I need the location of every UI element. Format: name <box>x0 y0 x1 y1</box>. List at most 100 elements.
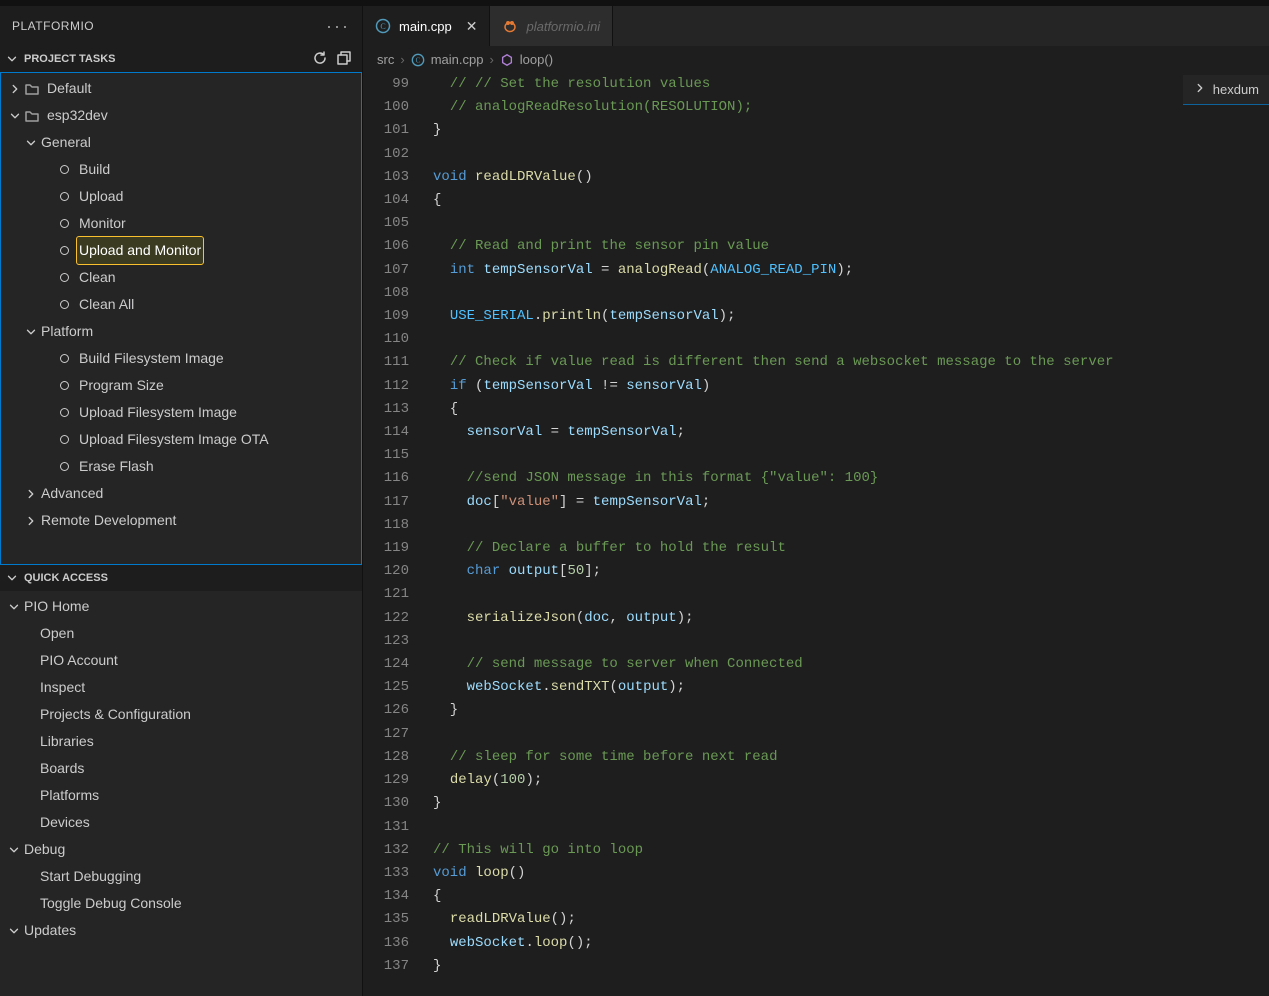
task-item[interactable]: Clean <box>1 264 361 291</box>
run-icon <box>55 165 73 174</box>
task-label: Clean All <box>77 291 136 318</box>
chevron-down-icon <box>4 571 20 585</box>
task-item[interactable]: Upload <box>1 183 361 210</box>
task-item[interactable]: Upload Filesystem Image <box>1 399 361 426</box>
task-item[interactable]: Build Filesystem Image <box>1 345 361 372</box>
tree-item-label: Debug <box>22 836 67 863</box>
run-icon <box>55 246 73 255</box>
tree-project-tasks: Default esp32dev General BuildUploadMoni… <box>0 72 362 565</box>
task-label: Upload Filesystem Image OTA <box>77 426 271 453</box>
tree-item-updates[interactable]: Updates <box>0 917 362 944</box>
task-label: Monitor <box>77 210 128 237</box>
breadcrumb-bar[interactable]: src › C main.cpp › loop() <box>363 46 1269 73</box>
tree-item-label: General <box>39 129 93 156</box>
task-item[interactable]: Erase Flash <box>1 453 361 480</box>
panel-more-icon[interactable]: ··· <box>326 16 350 37</box>
tree-item-remote[interactable]: Remote Development <box>1 507 361 534</box>
code-editor[interactable]: 99 100 101 102 103 104 105 106 107 108 1… <box>363 73 1269 996</box>
chevron-down-icon <box>6 924 22 938</box>
tree-item-label: Remote Development <box>39 507 178 534</box>
task-label: Projects & Configuration <box>38 701 193 728</box>
task-label: Platforms <box>38 782 101 809</box>
tree-item-label: Platform <box>39 318 95 345</box>
task-label: Build Filesystem Image <box>77 345 226 372</box>
run-icon <box>55 273 73 282</box>
section-header-project-tasks[interactable]: PROJECT TASKS <box>0 46 362 72</box>
chevron-down-icon <box>4 52 20 66</box>
chevron-right-icon: › <box>489 52 493 67</box>
close-icon[interactable]: ✕ <box>466 18 478 35</box>
task-label: Erase Flash <box>77 453 156 480</box>
tree-item-pio-home[interactable]: PIO Home <box>0 593 362 620</box>
task-label: Build <box>77 156 112 183</box>
task-item[interactable]: Inspect <box>0 674 362 701</box>
task-item[interactable]: Clean All <box>1 291 361 318</box>
breadcrumb-item[interactable]: src <box>377 52 394 67</box>
breadcrumb-item[interactable]: loop() <box>520 52 553 67</box>
task-item[interactable]: Upload Filesystem Image OTA <box>1 426 361 453</box>
task-label: Boards <box>38 755 86 782</box>
svg-text:C: C <box>415 56 420 64</box>
run-icon <box>55 462 73 471</box>
run-icon <box>55 219 73 228</box>
panel-title-bar: PLATFORMIO ··· <box>0 6 362 46</box>
svg-text:C: C <box>380 22 385 31</box>
run-icon <box>55 435 73 444</box>
platformio-file-icon <box>502 18 518 34</box>
task-label: Devices <box>38 809 92 836</box>
section-header-quick-access[interactable]: QUICK ACCESS <box>0 565 362 591</box>
task-label: Start Debugging <box>38 863 143 890</box>
task-item[interactable]: Libraries <box>0 728 362 755</box>
chevron-right-icon <box>23 487 39 501</box>
tab-label: platformio.ini <box>526 19 600 34</box>
collapse-all-icon[interactable] <box>336 50 352 69</box>
editor-tab-bar: C main.cpp ✕ platformio.ini <box>363 6 1269 46</box>
cpp-file-icon: C <box>411 53 425 67</box>
chevron-down-icon <box>23 136 39 150</box>
tree-item-platform[interactable]: Platform <box>1 318 361 345</box>
task-item[interactable]: Toggle Debug Console <box>0 890 362 917</box>
chevron-right-icon <box>1193 81 1207 98</box>
chevron-right-icon: › <box>400 52 404 67</box>
tree-item-debug[interactable]: Debug <box>0 836 362 863</box>
chevron-down-icon <box>6 600 22 614</box>
breadcrumb-overflow-tab[interactable]: hexdum <box>1183 75 1269 105</box>
task-item[interactable]: Platforms <box>0 782 362 809</box>
task-item[interactable]: Projects & Configuration <box>0 701 362 728</box>
folder-icon <box>23 81 41 97</box>
task-item[interactable]: Upload and Monitor <box>1 237 361 264</box>
task-label: Upload <box>77 183 125 210</box>
task-item[interactable]: Program Size <box>1 372 361 399</box>
chevron-down-icon <box>6 843 22 857</box>
cpp-file-icon: C <box>375 18 391 34</box>
task-item[interactable]: Open <box>0 620 362 647</box>
chevron-right-icon <box>7 82 23 96</box>
tree-item-general[interactable]: General <box>1 129 361 156</box>
tree-item-label: Default <box>45 75 93 102</box>
task-label: Inspect <box>38 674 87 701</box>
tab-label: main.cpp <box>399 19 452 34</box>
task-item[interactable]: Boards <box>0 755 362 782</box>
code-content[interactable]: // // Set the resolution values // analo… <box>427 73 1269 996</box>
task-label: Program Size <box>77 372 166 399</box>
tree-item-default[interactable]: Default <box>1 75 361 102</box>
tree-item-env[interactable]: esp32dev <box>1 102 361 129</box>
task-item[interactable]: Devices <box>0 809 362 836</box>
tree-quick-access: PIO Home OpenPIO AccountInspectProjects … <box>0 591 362 944</box>
tree-item-advanced[interactable]: Advanced <box>1 480 361 507</box>
panel-title: PLATFORMIO <box>12 19 94 33</box>
run-icon <box>55 354 73 363</box>
task-label: Upload and Monitor <box>77 237 203 264</box>
task-item[interactable]: Start Debugging <box>0 863 362 890</box>
breadcrumb-item[interactable]: main.cpp <box>431 52 484 67</box>
tab-main-cpp[interactable]: C main.cpp ✕ <box>363 6 490 46</box>
editor-group: C main.cpp ✕ platformio.ini src › C main… <box>363 6 1269 996</box>
run-icon <box>55 408 73 417</box>
chevron-down-icon <box>23 325 39 339</box>
run-icon <box>55 381 73 390</box>
task-item[interactable]: Monitor <box>1 210 361 237</box>
task-item[interactable]: Build <box>1 156 361 183</box>
tab-platformio-ini[interactable]: platformio.ini <box>490 6 613 46</box>
task-item[interactable]: PIO Account <box>0 647 362 674</box>
refresh-icon[interactable] <box>312 50 328 69</box>
